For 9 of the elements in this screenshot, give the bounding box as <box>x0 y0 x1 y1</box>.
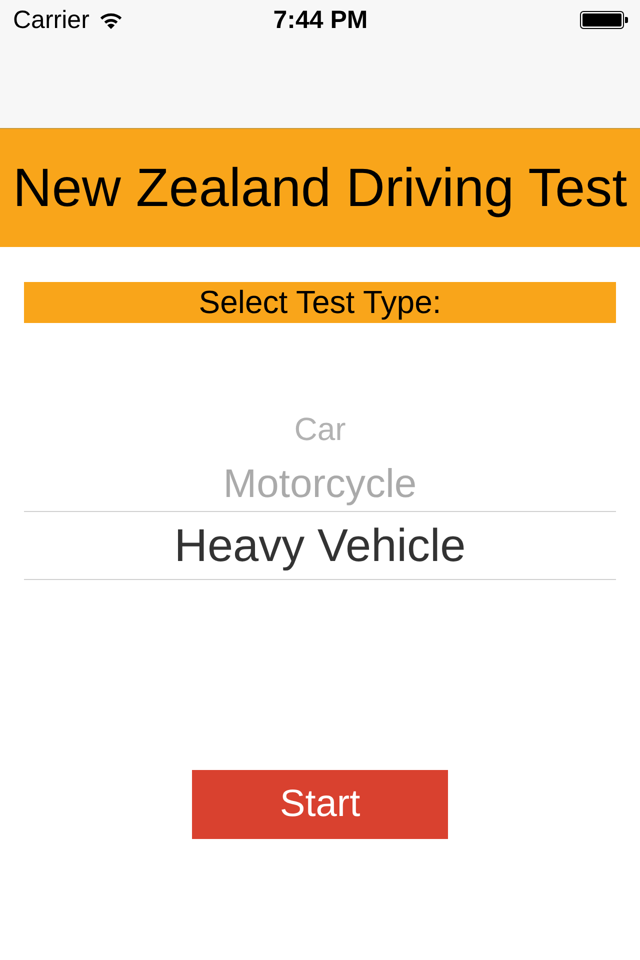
app-title: New Zealand Driving Test <box>12 156 628 220</box>
battery-icon <box>580 11 628 29</box>
picker-option[interactable]: Heavy Vehicle <box>174 520 466 571</box>
carrier-name: Carrier <box>13 8 90 32</box>
section-heading: Select Test Type: <box>24 282 616 323</box>
status-time: 7:44 PM <box>273 8 368 32</box>
start-button[interactable]: Start <box>192 770 448 839</box>
picker-option[interactable]: Motorcycle <box>223 462 417 506</box>
wifi-icon <box>99 11 124 29</box>
